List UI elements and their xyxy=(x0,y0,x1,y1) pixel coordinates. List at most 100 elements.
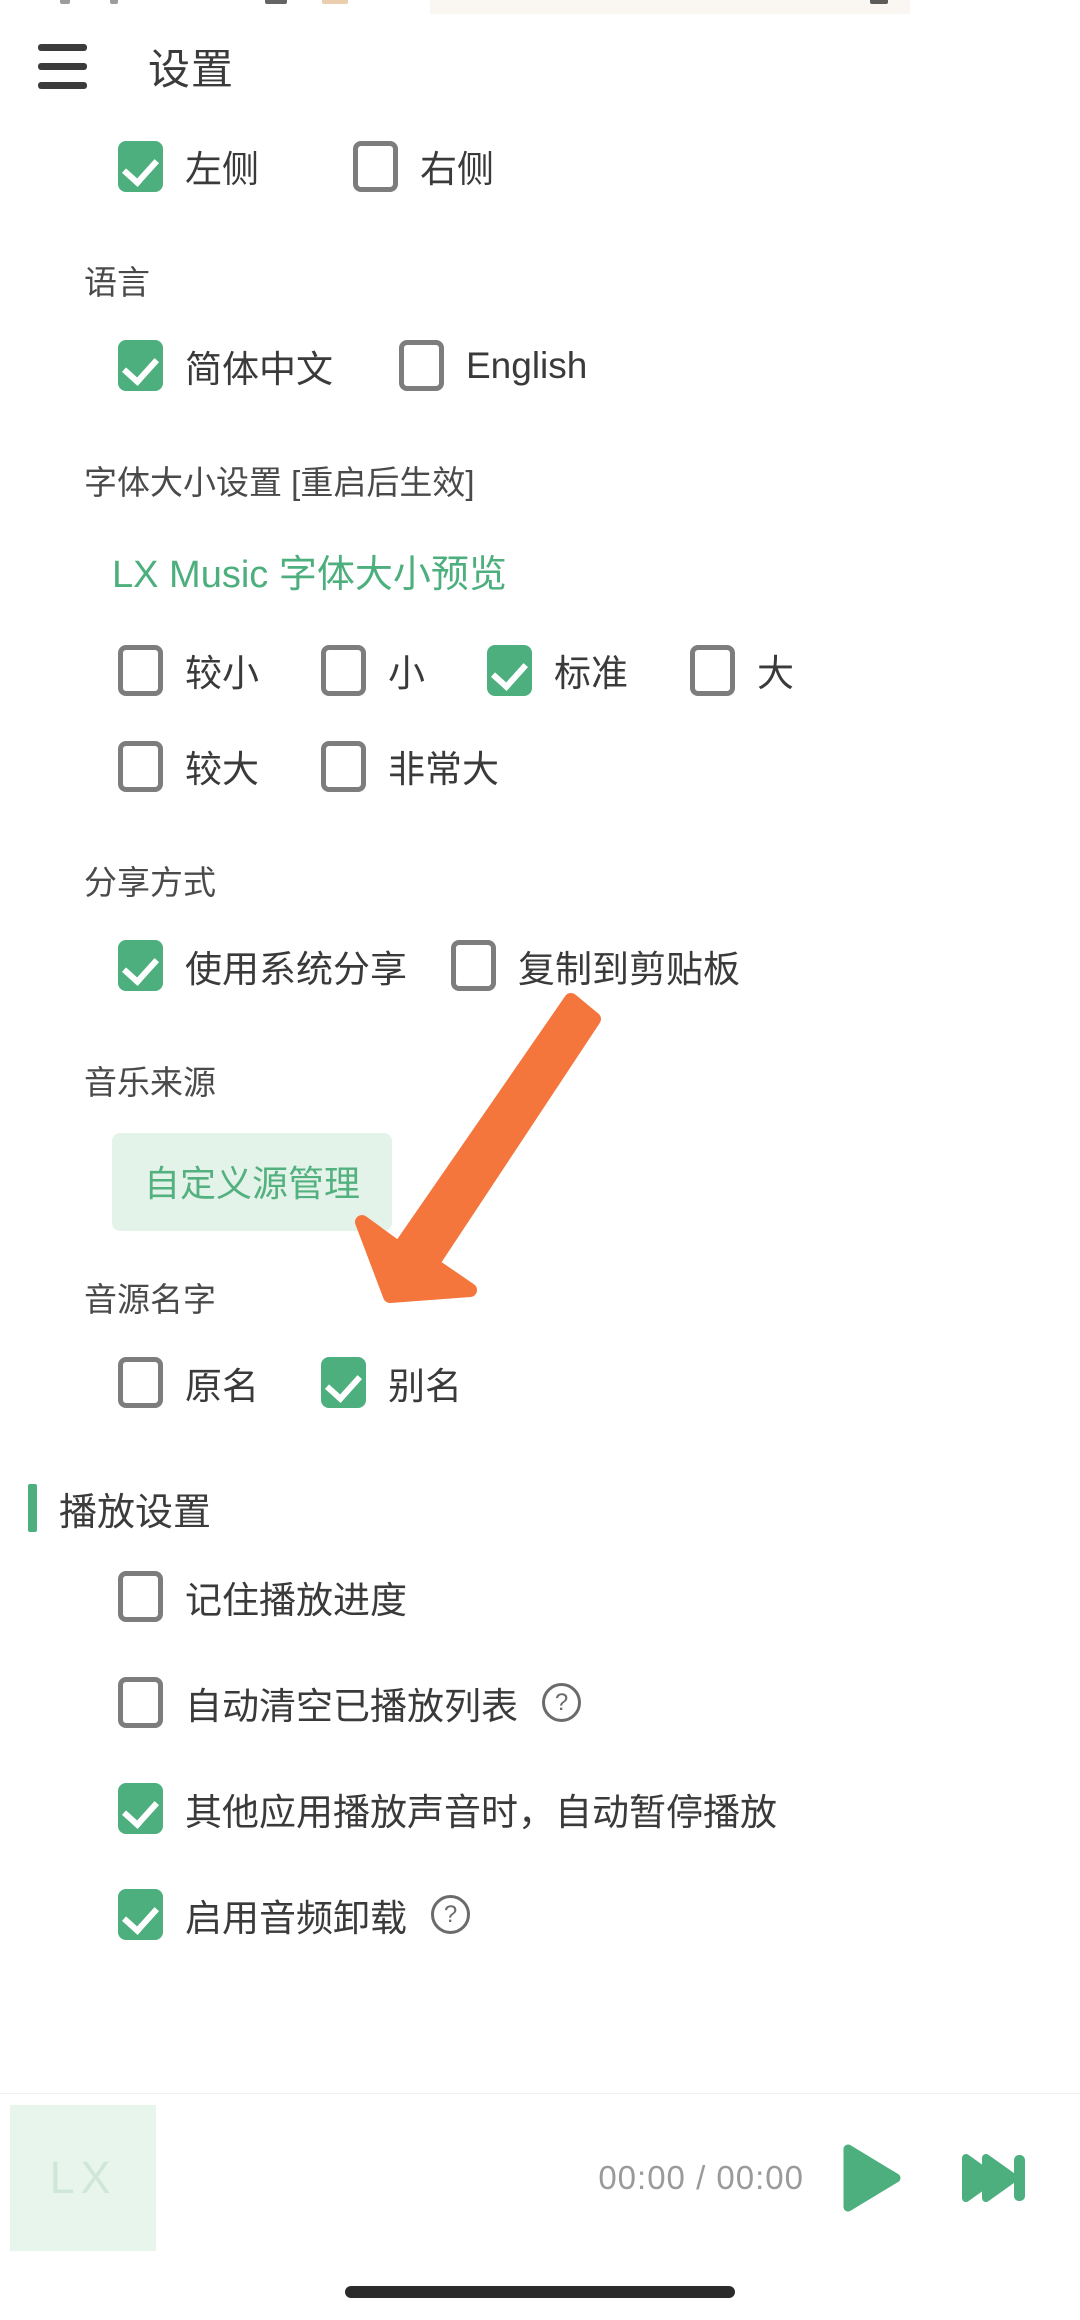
checkbox-checked-icon xyxy=(321,1357,366,1408)
checkbox-item-left[interactable]: 左侧 xyxy=(118,118,259,214)
hamburger-line xyxy=(37,43,87,51)
checkbox-unchecked-icon xyxy=(321,644,366,696)
next-track-icon[interactable] xyxy=(952,2135,1038,2221)
status-icon-ghost xyxy=(265,0,287,4)
status-icon-ghost xyxy=(110,0,118,4)
checkbox-unchecked-icon xyxy=(690,644,735,696)
lyric-position-options: 左侧 右侧 xyxy=(0,118,1080,214)
checkbox-label: 启用音频卸载 xyxy=(185,1897,407,1939)
next-track-icon-svg xyxy=(962,2154,1025,2202)
checkbox-checked-icon xyxy=(487,644,532,696)
checkbox-label: 其他应用播放声音时，自动暂停播放 xyxy=(185,1791,777,1833)
checkbox-label: 别名 xyxy=(388,1365,462,1407)
checkbox-unchecked-icon xyxy=(399,340,444,391)
checkbox-item-font-very-large[interactable]: 非常大 xyxy=(321,718,499,814)
status-bar-tint xyxy=(430,0,910,14)
checkbox-label: 较小 xyxy=(185,653,259,694)
music-source-actions: 自定义源管理 xyxy=(0,1133,1080,1231)
source-name-group-label: 音源名字 xyxy=(84,1281,216,1318)
checkbox-unchecked-icon xyxy=(321,740,366,792)
play-icon[interactable] xyxy=(826,2135,912,2221)
section-accent-bar xyxy=(28,1484,37,1532)
checkbox-label: 记住播放进度 xyxy=(185,1579,407,1621)
album-cover-placeholder[interactable]: LX xyxy=(10,2105,156,2251)
checkbox-checked-icon xyxy=(118,1889,163,1940)
status-icon-ghost xyxy=(870,0,888,4)
settings-scroll-content[interactable]: 左侧 右侧 语言 简体中文 English 字体大小设置 [重启后生效] LX … xyxy=(0,118,1080,2094)
checkbox-checked-icon xyxy=(118,140,163,192)
hamburger-line xyxy=(37,81,87,89)
checkbox-label: English xyxy=(466,344,588,386)
language-options: 简体中文 English xyxy=(0,318,1080,414)
checkbox-checked-icon xyxy=(118,340,163,391)
font-size-options-row-1: 较小 小 标准 大 xyxy=(0,622,1080,718)
share-mode-group-label: 分享方式 xyxy=(84,864,216,901)
mini-player-bar: LX 00:00 / 00:00 xyxy=(0,2093,1080,2262)
playback-option-pause-on-other-app-audio[interactable]: 其他应用播放声音时，自动暂停播放 xyxy=(0,1756,1080,1862)
checkbox-unchecked-icon xyxy=(118,740,163,792)
checkbox-unchecked-icon xyxy=(118,1677,163,1728)
checkbox-label: 大 xyxy=(757,653,794,694)
checkbox-unchecked-icon xyxy=(451,940,496,991)
checkbox-item-font-standard[interactable]: 标准 xyxy=(487,622,628,718)
checkbox-label: 使用系统分享 xyxy=(185,948,407,990)
checkbox-item[interactable]: 自动清空已播放列表 xyxy=(118,1655,518,1751)
checkbox-item-right[interactable]: 右侧 xyxy=(353,118,494,214)
playback-settings-section-header: 播放设置 xyxy=(0,1481,1080,1536)
checkbox-item-font-smaller[interactable]: 较小 xyxy=(118,622,259,718)
checkbox-unchecked-icon xyxy=(118,644,163,696)
source-name-options: 原名 别名 xyxy=(0,1335,1080,1431)
checkbox-item-original-name[interactable]: 原名 xyxy=(118,1335,259,1431)
checkbox-item[interactable]: 记住播放进度 xyxy=(118,1549,407,1645)
checkbox-label: 小 xyxy=(388,653,425,694)
checkbox-unchecked-icon xyxy=(353,140,398,192)
checkbox-label: 非常大 xyxy=(388,749,499,790)
checkbox-item-font-larger[interactable]: 较大 xyxy=(118,718,259,814)
share-mode-options: 使用系统分享 复制到剪贴板 xyxy=(0,918,1080,1014)
playback-option-auto-clear-played-list[interactable]: 自动清空已播放列表 ? xyxy=(0,1650,1080,1756)
checkbox-item-simplified-chinese[interactable]: 简体中文 xyxy=(118,318,333,414)
player-progress-area: 00:00 / 00:00 xyxy=(156,2159,826,2197)
checkbox-item-font-large[interactable]: 大 xyxy=(690,622,794,718)
checkbox-item-system-share[interactable]: 使用系统分享 xyxy=(118,918,407,1014)
playback-option-remember-progress[interactable]: 记住播放进度 xyxy=(0,1544,1080,1650)
checkbox-label: 复制到剪贴板 xyxy=(518,948,740,990)
section-title: 播放设置 xyxy=(59,1491,212,1534)
player-controls xyxy=(826,2135,1080,2221)
hamburger-line xyxy=(37,62,87,70)
playback-time: 00:00 / 00:00 xyxy=(598,2159,804,2196)
checkbox-item-english[interactable]: English xyxy=(399,318,587,414)
checkbox-item-alias-name[interactable]: 别名 xyxy=(321,1335,462,1431)
checkbox-label: 自动清空已播放列表 xyxy=(185,1685,518,1727)
status-icon-ghost xyxy=(60,0,70,4)
checkbox-label: 较大 xyxy=(185,749,259,790)
custom-source-manage-button[interactable]: 自定义源管理 xyxy=(112,1133,393,1231)
checkbox-unchecked-icon xyxy=(118,1357,163,1408)
page-title: 设置 xyxy=(148,45,235,93)
gesture-navigation-bar[interactable] xyxy=(345,2286,735,2298)
checkbox-checked-icon xyxy=(118,1783,163,1834)
checkbox-label: 右侧 xyxy=(420,149,494,190)
font-size-preview-text: LX Music 字体大小预览 xyxy=(112,554,507,596)
checkbox-item[interactable]: 启用音频卸载 xyxy=(118,1867,407,1963)
music-source-group-label: 音乐来源 xyxy=(84,1063,216,1101)
checkbox-checked-icon xyxy=(118,940,163,991)
help-icon[interactable]: ? xyxy=(542,1683,581,1722)
font-size-group-label: 字体大小设置 [重启后生效] xyxy=(84,463,475,501)
checkbox-label: 左侧 xyxy=(185,149,259,190)
help-icon[interactable]: ? xyxy=(431,1895,470,1934)
app-bar: 设置 xyxy=(0,14,1080,118)
checkbox-label: 原名 xyxy=(185,1365,259,1407)
checkbox-label: 简体中文 xyxy=(185,348,333,390)
checkbox-item[interactable]: 其他应用播放声音时，自动暂停播放 xyxy=(118,1761,777,1857)
playback-option-enable-audio-offload[interactable]: 启用音频卸载 ? xyxy=(0,1862,1080,1968)
checkbox-item-font-small[interactable]: 小 xyxy=(321,622,425,718)
status-icon-ghost xyxy=(322,0,348,4)
checkbox-item-copy-to-clipboard[interactable]: 复制到剪贴板 xyxy=(451,918,740,1014)
play-icon-svg xyxy=(843,2144,901,2212)
language-group-label: 语言 xyxy=(84,264,150,301)
font-size-options-row-2: 较大 非常大 xyxy=(0,718,1080,814)
hamburger-menu-icon[interactable] xyxy=(24,28,100,104)
checkbox-label: 标准 xyxy=(554,653,628,694)
checkbox-unchecked-icon xyxy=(118,1571,163,1622)
